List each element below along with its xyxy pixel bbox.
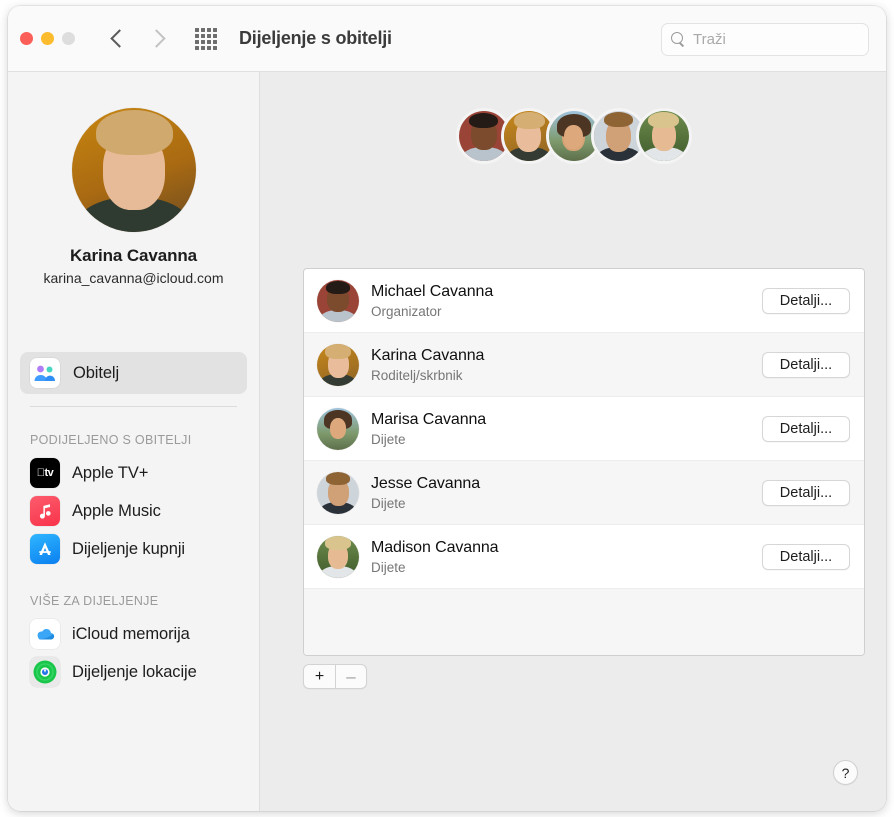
- avatar: [317, 471, 359, 514]
- account-profile: Karina Cavanna karina_cavanna@icloud.com: [8, 72, 259, 286]
- member-role: Dijete: [371, 431, 406, 447]
- details-button[interactable]: Detalji...: [762, 415, 850, 442]
- karina-portrait: [71, 108, 196, 232]
- member-role: Dijete: [371, 495, 406, 511]
- remove-member-button[interactable]: –: [335, 665, 366, 688]
- apple-tv-icon: tv: [30, 458, 60, 488]
- family-avatar-stack: [455, 108, 692, 164]
- member-info: Michael Cavanna Organizator: [371, 283, 762, 319]
- search-placeholder: Traži: [693, 31, 726, 48]
- icloud-icon: [30, 619, 60, 649]
- family-members-list: Michael Cavanna Organizator Detalji... K…: [303, 268, 865, 656]
- sidebar-section-title-shared: PODIJELJENO S OBITELJI: [30, 433, 192, 447]
- sidebar-item-dijeljenje-kupnji[interactable]: Dijeljenje kupnji: [8, 530, 259, 568]
- sidebar-item-label: iCloud memorija: [72, 624, 190, 643]
- search-icon: [671, 32, 686, 47]
- avatar: [317, 343, 359, 386]
- add-remove-member-control: + –: [303, 664, 367, 689]
- sidebar-item-apple-tv[interactable]: tv Apple TV+: [8, 454, 259, 492]
- main-content: Dijeljenje s obitelji Michael Cavanna Or…: [261, 72, 886, 811]
- window-toolbar: Dijeljenje s obitelji Traži: [8, 6, 886, 72]
- sidebar-divider: [30, 406, 237, 407]
- avatar[interactable]: [71, 108, 196, 232]
- sidebar-item-icloud-memorija[interactable]: iCloud memorija: [8, 615, 259, 653]
- member-role: Dijete: [371, 559, 406, 575]
- traffic-light-buttons: [20, 32, 75, 45]
- find-my-icon: [30, 657, 60, 687]
- table-row[interactable]: Jesse Cavanna Dijete Detalji...: [304, 461, 864, 525]
- sidebar-item-dijeljenje-lokacije[interactable]: Dijeljenje lokacije: [8, 653, 259, 691]
- search-field[interactable]: Traži: [661, 23, 869, 56]
- list-empty-space: [304, 589, 864, 655]
- sidebar-item-label: Apple TV+: [72, 463, 149, 482]
- window-title: Dijeljenje s obitelji: [239, 28, 392, 48]
- sidebar-item-label: Apple Music: [72, 501, 161, 520]
- add-member-button[interactable]: +: [304, 665, 335, 688]
- navigation-arrows: [111, 28, 163, 50]
- grid-view-icon[interactable]: [195, 27, 217, 50]
- madison-portrait: [317, 535, 359, 578]
- sidebar-item-label: Dijeljenje lokacije: [72, 662, 197, 681]
- minimize-button[interactable]: [41, 32, 54, 45]
- chevron-right-icon[interactable]: [150, 28, 163, 50]
- chevron-left-icon[interactable]: [111, 28, 124, 50]
- table-row[interactable]: Marisa Cavanna Dijete Detalji...: [304, 397, 864, 461]
- avatar: [317, 279, 359, 322]
- sidebar-item-label: Dijeljenje kupnji: [72, 539, 185, 558]
- michael-portrait: [317, 279, 359, 322]
- sidebar-item-label: Obitelj: [73, 363, 120, 382]
- avatar[interactable]: [635, 108, 692, 164]
- details-button[interactable]: Detalji...: [762, 287, 850, 314]
- sidebar-item-apple-music[interactable]: Apple Music: [8, 492, 259, 530]
- sidebar-section-title-more: VIŠE ZA DIJELJENJE: [30, 594, 159, 608]
- jesse-portrait: [317, 471, 359, 514]
- member-info: Madison Cavanna Dijete: [371, 539, 762, 575]
- close-button[interactable]: [20, 32, 33, 45]
- profile-email: karina_cavanna@icloud.com: [43, 270, 224, 286]
- details-button[interactable]: Detalji...: [762, 543, 850, 570]
- details-button[interactable]: Detalji...: [762, 479, 850, 506]
- details-button[interactable]: Detalji...: [762, 351, 850, 378]
- profile-name: Karina Cavanna: [69, 246, 198, 265]
- member-name: Marisa Cavanna: [371, 410, 487, 428]
- apple-music-icon: [30, 496, 60, 526]
- app-window: Dijeljenje s obitelji Traži Karina Cavan…: [8, 6, 886, 811]
- family-group-icon: [30, 358, 60, 388]
- member-name: Madison Cavanna: [371, 538, 499, 556]
- member-info: Jesse Cavanna Dijete: [371, 475, 762, 511]
- member-name: Karina Cavanna: [371, 346, 485, 364]
- member-role: Organizator: [371, 303, 442, 319]
- app-store-icon: [30, 534, 60, 564]
- marisa-portrait: [317, 407, 359, 450]
- avatar: [317, 407, 359, 450]
- apple-tv-glyph: tv: [37, 467, 54, 479]
- table-row[interactable]: Michael Cavanna Organizator Detalji...: [304, 269, 864, 333]
- zoom-button[interactable]: [62, 32, 75, 45]
- sidebar: Karina Cavanna karina_cavanna@icloud.com…: [8, 72, 260, 811]
- avatar: [317, 535, 359, 578]
- member-name: Jesse Cavanna: [371, 474, 480, 492]
- karina-portrait: [317, 343, 359, 386]
- table-row[interactable]: Madison Cavanna Dijete Detalji...: [304, 525, 864, 589]
- table-row[interactable]: Karina Cavanna Roditelj/skrbnik Detalji.…: [304, 333, 864, 397]
- help-button[interactable]: ?: [833, 760, 858, 785]
- member-info: Karina Cavanna Roditelj/skrbnik: [371, 347, 762, 383]
- member-role: Roditelj/skrbnik: [371, 367, 463, 383]
- madison-portrait: [638, 111, 689, 161]
- sidebar-item-obitelj[interactable]: Obitelj: [20, 352, 247, 394]
- member-info: Marisa Cavanna Dijete: [371, 411, 762, 447]
- member-name: Michael Cavanna: [371, 282, 494, 300]
